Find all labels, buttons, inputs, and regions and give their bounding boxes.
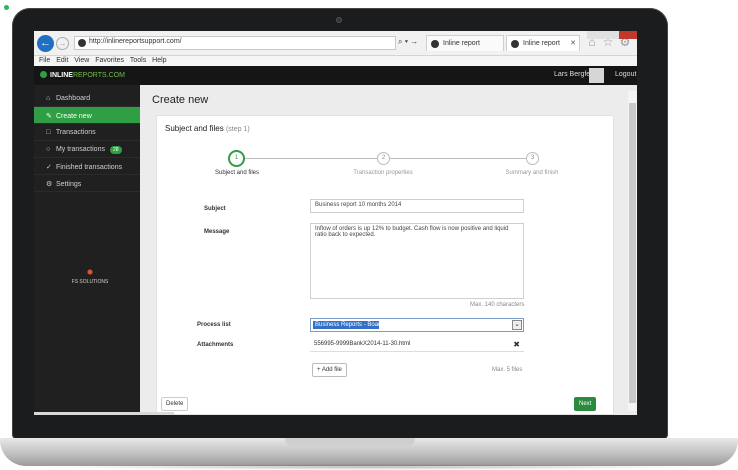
logo-main: INLINE bbox=[50, 72, 73, 79]
sidebar-item-label: Create new bbox=[55, 113, 92, 120]
gear-icon: ⚙ bbox=[46, 181, 53, 188]
sidebar-item-transactions[interactable]: □ Transactions bbox=[34, 124, 140, 141]
message-label: Message bbox=[204, 229, 230, 235]
card-title-text: Subject and files bbox=[165, 124, 224, 133]
pencil-icon: ✎ bbox=[46, 113, 52, 120]
subject-label: Subject bbox=[204, 206, 226, 212]
form-card: Subject and files (step 1) 1 2 3 Subject… bbox=[156, 115, 614, 415]
process-list-select[interactable]: Business Reports - Board ⌄ bbox=[310, 318, 524, 332]
step-2-label: Transaction properties bbox=[353, 170, 413, 176]
back-arrow-icon[interactable]: ← bbox=[37, 35, 54, 52]
screen: ← → http://inlinereportsupport.com/ ⌕ ▾ … bbox=[34, 31, 637, 415]
tab-favicon-icon bbox=[511, 40, 519, 48]
menu-help[interactable]: Help bbox=[152, 57, 166, 64]
sidebar-item-create-new[interactable]: ✎ Create new bbox=[34, 107, 140, 124]
scrollbar-thumb[interactable] bbox=[629, 103, 636, 403]
home-icon: ⌂ bbox=[46, 95, 51, 102]
sidebar-item-label: Transactions bbox=[55, 129, 96, 136]
logout-link[interactable]: Logout bbox=[615, 71, 636, 78]
logo-icon bbox=[40, 71, 47, 78]
person-icon: ○ bbox=[46, 146, 51, 153]
folder-icon: □ bbox=[46, 129, 51, 136]
step-3-label: Summary and finish bbox=[505, 170, 559, 176]
menu-tools[interactable]: Tools bbox=[130, 57, 146, 64]
app-header: INLINEREPORTS.COM Lars Bergfelt Logout bbox=[34, 66, 637, 85]
message-textarea[interactable]: Inflow of orders is up 12% to budget. Ca… bbox=[310, 223, 524, 299]
sidebar-item-settings[interactable]: ⚙ Settings bbox=[34, 175, 140, 192]
browser-toolbar: ← → http://inlinereportsupport.com/ ⌕ ▾ … bbox=[34, 31, 637, 56]
address-bar[interactable]: http://inlinereportsupport.com/ bbox=[74, 36, 396, 50]
count-badge: 28 bbox=[109, 146, 122, 154]
scrollbar[interactable] bbox=[628, 91, 637, 411]
page-title: Create new bbox=[152, 94, 209, 106]
max-files-hint: Max. 5 files bbox=[492, 367, 523, 373]
sidebar-item-dashboard[interactable]: ⌂ Dashboard bbox=[34, 90, 140, 107]
character-limit-hint: Max. 140 characters bbox=[470, 302, 525, 308]
process-list-value: Business Reports - Board bbox=[313, 321, 384, 329]
menu-view[interactable]: View bbox=[74, 57, 89, 64]
camera-icon bbox=[336, 17, 342, 23]
address-url: http://inlinereportsupport.com/ bbox=[89, 38, 182, 45]
laptop-shadow bbox=[40, 464, 700, 470]
sidebar-item-my-transactions[interactable]: ○ My transactions 28 bbox=[34, 141, 140, 158]
site-icon bbox=[78, 39, 86, 47]
company-name: FS SOLUTIONS bbox=[71, 279, 109, 285]
check-icon: ✓ bbox=[46, 164, 52, 171]
main-content: Create new Subject and files (step 1) 1 … bbox=[140, 85, 637, 415]
chevron-down-icon[interactable]: ⌄ bbox=[512, 320, 522, 330]
menu-favorites[interactable]: Favorites bbox=[95, 57, 124, 64]
plus-icon: + bbox=[317, 367, 321, 373]
app-logo[interactable]: INLINEREPORTS.COM bbox=[40, 71, 125, 79]
step-1-label: Subject and files bbox=[214, 170, 260, 176]
sidebar-item-label: My transactions bbox=[55, 146, 105, 153]
attachment-item: 556995-9999BankX2014-11-30.html ✖ bbox=[310, 338, 524, 352]
tab-favicon-icon bbox=[431, 40, 439, 48]
subject-input[interactable]: Business report 10 months 2014 bbox=[310, 199, 524, 213]
company-logo: FS SOLUTIONS bbox=[70, 267, 110, 285]
search-controls[interactable]: ⌕ ▾ → bbox=[398, 37, 418, 47]
attachments-label: Attachments bbox=[197, 342, 234, 348]
process-list-label: Process list bbox=[197, 322, 231, 328]
card-title: Subject and files (step 1) bbox=[165, 124, 250, 133]
add-file-label: Add file bbox=[321, 367, 342, 373]
laptop-notch bbox=[285, 438, 415, 446]
laptop-mockup: ← → http://inlinereportsupport.com/ ⌕ ▾ … bbox=[0, 0, 738, 470]
sidebar-item-label: Settings bbox=[55, 181, 82, 188]
next-button[interactable]: Next bbox=[574, 397, 597, 411]
sidebar-item-label: Dashboard bbox=[55, 95, 91, 102]
browser-tab-active[interactable]: Inline report ✕ bbox=[506, 35, 580, 51]
user-name[interactable]: Lars Bergfelt bbox=[554, 71, 594, 78]
step-3-circle: 3 bbox=[526, 152, 539, 165]
step-2-circle: 2 bbox=[377, 152, 390, 165]
window-controls bbox=[587, 31, 637, 39]
delete-button[interactable]: Delete bbox=[161, 397, 189, 411]
browser-tab[interactable]: Inline report bbox=[426, 35, 504, 51]
menu-file[interactable]: File bbox=[39, 57, 50, 64]
add-file-button[interactable]: + Add file bbox=[312, 363, 347, 377]
browser-menubar: File Edit View Favorites Tools Help bbox=[34, 56, 637, 66]
status-dot bbox=[4, 5, 9, 10]
taskbar-strip bbox=[34, 412, 174, 415]
sidebar: ⌂ Dashboard ✎ Create new □ Transactions … bbox=[34, 85, 140, 415]
step-1-circle: 1 bbox=[228, 150, 245, 167]
remove-attachment-icon[interactable]: ✖ bbox=[513, 340, 520, 349]
sidebar-item-finished-transactions[interactable]: ✓ Finished transactions bbox=[34, 158, 140, 175]
tab-label: Inline report bbox=[523, 40, 560, 47]
attachment-filename[interactable]: 556995-9999BankX2014-11-30.html bbox=[314, 341, 410, 347]
forward-arrow-icon[interactable]: → bbox=[56, 37, 69, 50]
sidebar-item-label: Finished transactions bbox=[55, 164, 123, 171]
company-logo-icon bbox=[85, 267, 95, 277]
tab-label: Inline report bbox=[443, 40, 480, 47]
card-step: (step 1) bbox=[225, 126, 250, 133]
logo-accent: REPORTS.COM bbox=[72, 72, 125, 79]
avatar[interactable] bbox=[589, 68, 604, 83]
close-tab-icon[interactable]: ✕ bbox=[570, 39, 576, 47]
menu-edit[interactable]: Edit bbox=[56, 57, 68, 64]
window-close-icon[interactable] bbox=[619, 31, 637, 39]
